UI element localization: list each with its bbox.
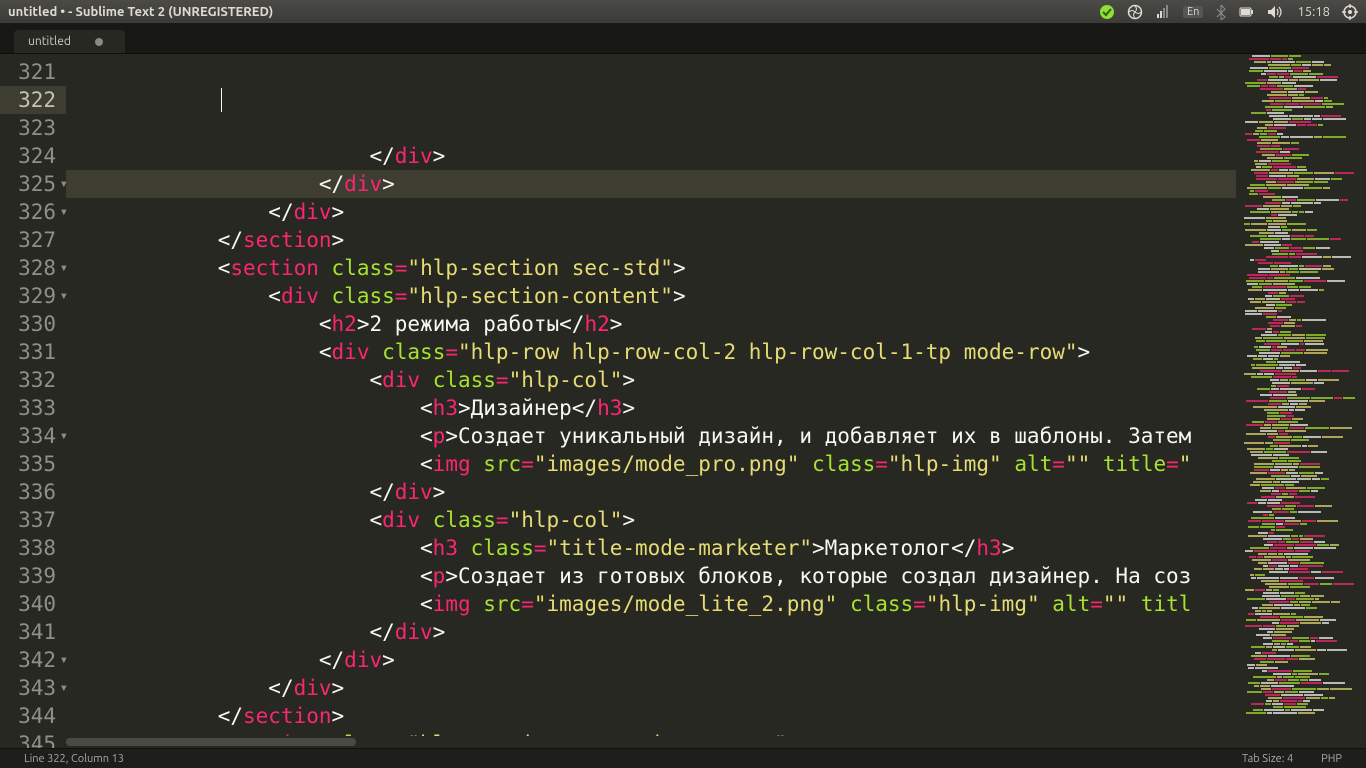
- status-tabsize[interactable]: Tab Size: 4: [1228, 753, 1307, 765]
- tab-bar: untitled: [0, 24, 1366, 54]
- checkmark-icon[interactable]: [1099, 4, 1115, 20]
- status-bar: Line 322, Column 13 Tab Size: 4 PHP: [0, 748, 1366, 768]
- system-menubar: untitled • - Sublime Text 2 (UNREGISTERE…: [0, 0, 1366, 24]
- battery-icon[interactable]: [1239, 6, 1255, 18]
- text-caret: [221, 88, 222, 112]
- code-editor[interactable]: </div> </div> </div> </section> <section…: [66, 54, 1236, 748]
- horizontal-scrollbar[interactable]: [66, 736, 1236, 748]
- aperture-icon[interactable]: [1127, 4, 1143, 20]
- power-icon[interactable]: [1342, 4, 1358, 20]
- clock[interactable]: 15:18: [1297, 5, 1330, 19]
- volume-icon[interactable]: [1267, 5, 1285, 19]
- tab-untitled[interactable]: untitled: [14, 30, 125, 53]
- network-icon[interactable]: [1155, 4, 1171, 20]
- keyboard-lang[interactable]: En: [1183, 6, 1203, 18]
- status-cursor: Line 322, Column 13: [10, 753, 138, 765]
- status-syntax[interactable]: PHP: [1307, 753, 1356, 765]
- tab-dirty-indicator: [95, 38, 103, 46]
- minimap[interactable]: [1236, 54, 1366, 748]
- scrollbar-thumb[interactable]: [66, 738, 356, 746]
- system-tray: En 15:18: [1099, 4, 1358, 20]
- bluetooth-icon[interactable]: [1215, 4, 1227, 20]
- line-gutter[interactable]: 3213223233243253263273283293303313323333…: [0, 54, 66, 748]
- tab-label: untitled: [28, 35, 71, 48]
- editor-area: 3213223233243253263273283293303313323333…: [0, 54, 1366, 748]
- window-title: untitled • - Sublime Text 2 (UNREGISTERE…: [8, 5, 1099, 19]
